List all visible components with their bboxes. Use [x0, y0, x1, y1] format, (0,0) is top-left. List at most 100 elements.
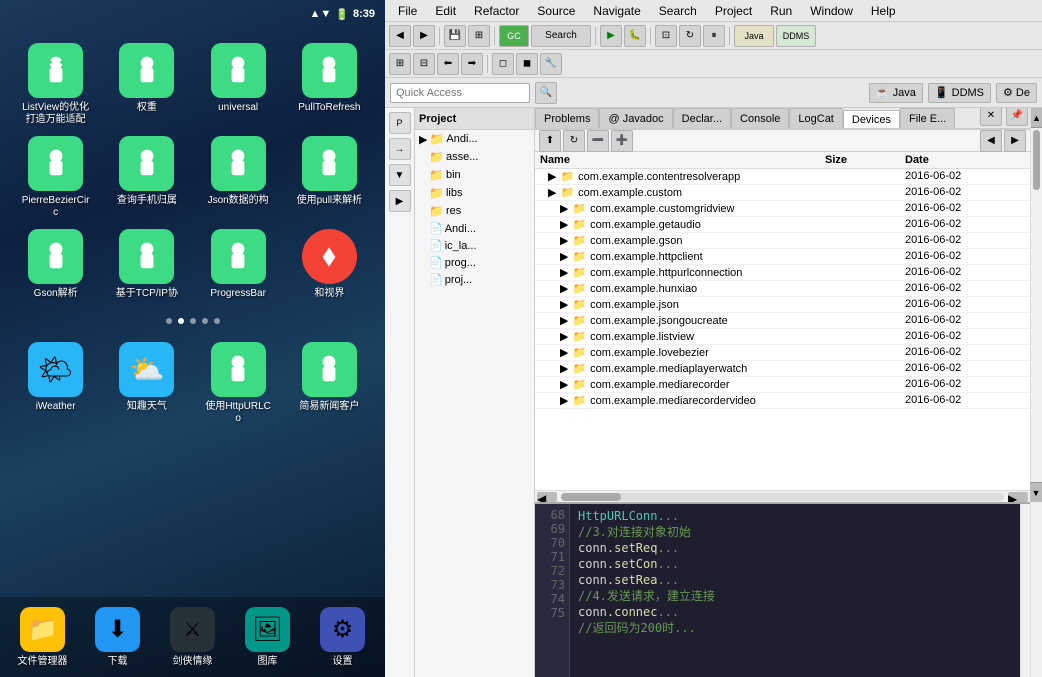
- file-row-3[interactable]: ▶ 📁 com.example.getaudio 2016-06-02: [535, 217, 1030, 233]
- toolbar-2-6[interactable]: ◼: [516, 53, 538, 75]
- sidebar-expand-btn[interactable]: ▶: [389, 190, 411, 212]
- tab-problems[interactable]: Problems: [535, 108, 599, 128]
- tree-item-8[interactable]: 📄 proj...: [415, 271, 534, 288]
- file-row-1[interactable]: ▶ 📁 com.example.custom 2016-06-02: [535, 185, 1030, 201]
- tab-file-explorer[interactable]: File E...: [900, 108, 955, 128]
- file-row-0[interactable]: ▶ 📁 com.example.contentresolverapp 2016-…: [535, 169, 1030, 185]
- qa-search-btn[interactable]: 🔍: [535, 82, 557, 104]
- qa-java-btn[interactable]: ☕ Java: [869, 83, 923, 103]
- app-gson[interactable]: Gson解析: [15, 229, 96, 300]
- app-phone[interactable]: 查询手机归属: [106, 136, 187, 219]
- app-news[interactable]: 简易新闻客户: [289, 342, 370, 425]
- tree-item-1[interactable]: 📁 asse...: [415, 148, 534, 166]
- toolbar-2-2[interactable]: ⊟: [413, 53, 435, 75]
- menu-project[interactable]: Project: [707, 2, 760, 20]
- file-row-14[interactable]: ▶ 📁 com.example.mediarecordervideo 2016-…: [535, 393, 1030, 409]
- file-row-12[interactable]: ▶ 📁 com.example.mediaplayerwatch 2016-06…: [535, 361, 1030, 377]
- toolbar-run[interactable]: ▶: [600, 25, 622, 47]
- tab-javadoc[interactable]: @ Javadoc: [599, 108, 672, 128]
- toolbar-save-all[interactable]: ⊞: [468, 25, 490, 47]
- tab-close-btn[interactable]: ✕: [980, 108, 1002, 126]
- tree-item-4[interactable]: 📁 res: [415, 202, 534, 220]
- app-pull[interactable]: PullToRefresh: [289, 43, 370, 126]
- app-weather2[interactable]: ⛅ 知趣天气: [106, 342, 187, 425]
- toolbar-more2[interactable]: ↻: [679, 25, 701, 47]
- toolbar-2-5[interactable]: ◻: [492, 53, 514, 75]
- toolbar-2-7[interactable]: 🔧: [540, 53, 562, 75]
- sidebar-arrow-btn[interactable]: →: [389, 138, 411, 160]
- app-bezier[interactable]: PierreBezierCirc: [15, 136, 96, 219]
- menu-refactor[interactable]: Refactor: [466, 2, 527, 20]
- dock-files[interactable]: 📁 文件管理器: [5, 607, 80, 668]
- file-row-4[interactable]: ▶ 📁 com.example.gson 2016-06-02: [535, 233, 1030, 249]
- menu-run[interactable]: Run: [762, 2, 800, 20]
- file-row-5[interactable]: ▶ 📁 com.example.httpclient 2016-06-02: [535, 249, 1030, 265]
- menu-navigate[interactable]: Navigate: [585, 2, 648, 20]
- nav-expand2[interactable]: ➕: [611, 130, 633, 152]
- toolbar-fwd[interactable]: ▶: [413, 25, 435, 47]
- scroll-left[interactable]: ◀: [537, 492, 557, 502]
- app-progress[interactable]: ProgressBar: [198, 229, 279, 300]
- file-row-8[interactable]: ▶ 📁 com.example.json 2016-06-02: [535, 297, 1030, 313]
- toolbar-2-4[interactable]: ➡: [461, 53, 483, 75]
- scroll-down-btn[interactable]: ▼: [1030, 482, 1042, 502]
- file-scrollbar-v[interactable]: ▲ ▼: [1030, 108, 1042, 677]
- file-row-11[interactable]: ▶ 📁 com.example.lovebezier 2016-06-02: [535, 345, 1030, 361]
- toolbar-search[interactable]: Search: [531, 25, 591, 47]
- menu-file[interactable]: File: [390, 2, 425, 20]
- menu-search[interactable]: Search: [651, 2, 705, 20]
- tree-item-6[interactable]: 📄 ic_la...: [415, 237, 534, 254]
- qa-extra-btn[interactable]: ⚙ De: [996, 83, 1037, 103]
- tree-item-2[interactable]: 📁 bin: [415, 166, 534, 184]
- sidebar-collapse-btn[interactable]: ▼: [389, 164, 411, 186]
- tree-item-3[interactable]: 📁 libs: [415, 184, 534, 202]
- tab-console[interactable]: Console: [731, 108, 789, 128]
- nav-up[interactable]: ⬆: [539, 130, 561, 152]
- app-pull2[interactable]: 使用pull来解析: [289, 136, 370, 219]
- app-iweather[interactable]: 🌤 iWeather: [15, 342, 96, 425]
- toolbar-more1[interactable]: ⊡: [655, 25, 677, 47]
- sidebar-p-btn[interactable]: P: [389, 112, 411, 134]
- toolbar-debug[interactable]: 🐛: [624, 25, 646, 47]
- app-weight[interactable]: 权重: [106, 43, 187, 126]
- quick-access-input[interactable]: [390, 83, 530, 103]
- dock-download[interactable]: ⬇ 下载: [80, 607, 155, 668]
- menu-window[interactable]: Window: [802, 2, 861, 20]
- tab-pin-btn[interactable]: 📌: [1006, 108, 1028, 126]
- toolbar-save[interactable]: 💾: [444, 25, 466, 47]
- tree-item-5[interactable]: 📄 Andi...: [415, 220, 534, 237]
- scroll-up-btn[interactable]: ▲: [1031, 108, 1042, 128]
- app-listview[interactable]: ListView的优化 打造万能适配: [15, 43, 96, 126]
- qa-ddms-btn[interactable]: 📱 DDMS: [928, 83, 991, 103]
- menu-edit[interactable]: Edit: [427, 2, 464, 20]
- file-row-9[interactable]: ▶ 📁 com.example.jsongoucreate 2016-06-02: [535, 313, 1030, 329]
- app-url[interactable]: 使用HttpURLCo: [198, 342, 279, 425]
- app-heshijie[interactable]: 和视界: [289, 229, 370, 300]
- scroll-right[interactable]: ▶: [1008, 492, 1028, 502]
- app-tcp[interactable]: 基于TCP/IP协: [106, 229, 187, 300]
- file-row-2[interactable]: ▶ 📁 com.example.customgridview 2016-06-0…: [535, 201, 1030, 217]
- toolbar-java[interactable]: Java: [734, 25, 774, 47]
- file-row-7[interactable]: ▶ 📁 com.example.hunxiao 2016-06-02: [535, 281, 1030, 297]
- toolbar-2-3[interactable]: ⬅: [437, 53, 459, 75]
- file-row-13[interactable]: ▶ 📁 com.example.mediarecorder 2016-06-02: [535, 377, 1030, 393]
- nav-refresh[interactable]: ↻: [563, 130, 585, 152]
- tab-devices[interactable]: Devices: [843, 110, 900, 130]
- nav-scroll2[interactable]: ▶: [1004, 130, 1026, 152]
- dock-gallery[interactable]: 🖼 图库: [230, 607, 305, 668]
- menu-help[interactable]: Help: [863, 2, 904, 20]
- dock-settings[interactable]: ⚙ 设置: [305, 607, 380, 668]
- tab-logcat[interactable]: LogCat: [789, 108, 842, 128]
- app-universal[interactable]: universal: [198, 43, 279, 126]
- toolbar-ddms[interactable]: DDMS: [776, 25, 816, 47]
- tree-item-0[interactable]: ▶ 📁 Andi...: [415, 130, 534, 148]
- app-json[interactable]: Json数据的构: [198, 136, 279, 219]
- nav-scroll[interactable]: ◀: [980, 130, 1002, 152]
- h-scrollbar[interactable]: ◀ ▶: [535, 490, 1030, 502]
- file-row-10[interactable]: ▶ 📁 com.example.listview 2016-06-02: [535, 329, 1030, 345]
- dock-game[interactable]: ⚔ 剑侠情缘: [155, 607, 230, 668]
- tree-item-7[interactable]: 📄 prog...: [415, 254, 534, 271]
- nav-collapse[interactable]: ➖: [587, 130, 609, 152]
- toolbar-back[interactable]: ◀: [389, 25, 411, 47]
- file-row-6[interactable]: ▶ 📁 com.example.httpurlconnection 2016-0…: [535, 265, 1030, 281]
